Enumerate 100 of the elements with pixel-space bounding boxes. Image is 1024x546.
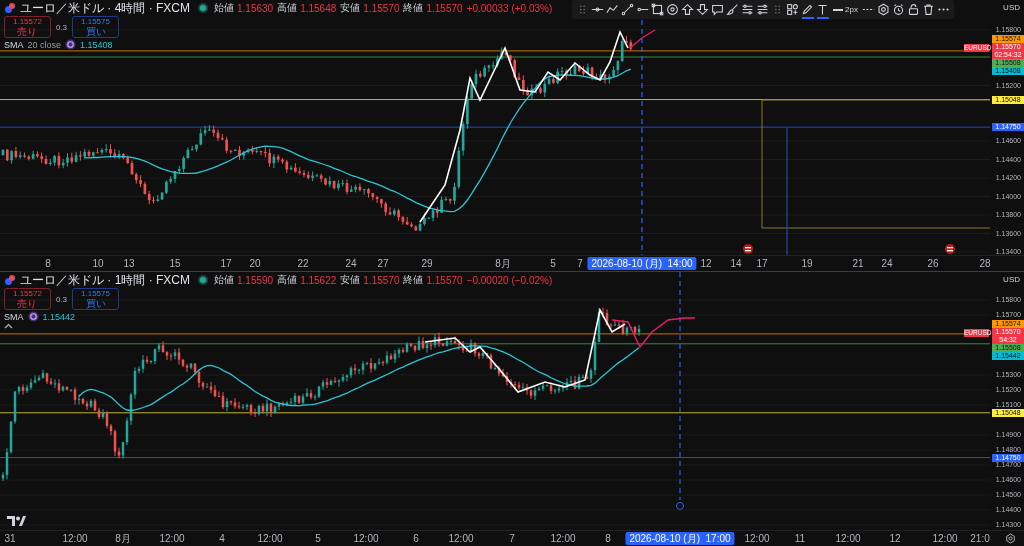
cursor-time-label: 2026-08-10 (月) 14:00 (587, 257, 697, 270)
time-label: 26 (927, 258, 939, 270)
time-label: 21:0 (970, 533, 990, 545)
ohlc-label: 安値 (340, 1, 361, 15)
time-label: 17 (756, 258, 768, 270)
spread-value: 0.3 (55, 22, 68, 32)
ohlc-label: 終値 (403, 1, 424, 15)
time-label: 11 (794, 533, 806, 545)
lines-with-dots-icon[interactable] (741, 3, 754, 16)
time-label: 12:00 (353, 533, 379, 545)
circle-marker-icon[interactable] (676, 502, 684, 510)
flag-icon[interactable] (945, 244, 955, 254)
ohlc-label: 始値 (214, 273, 234, 287)
time-label: 17 (220, 258, 232, 270)
trash-icon[interactable] (921, 3, 935, 16)
sell-button[interactable]: 1.15572 売り (4, 288, 51, 310)
time-label: 12:00 (257, 533, 283, 545)
time-label: 12:00 (62, 533, 88, 545)
time-label: 12:00 (550, 533, 576, 545)
price-change: −0.00020 (−0.02%) (466, 274, 553, 286)
indicator-value: 1.15442 (42, 311, 76, 322)
time-label: 27 (377, 258, 389, 270)
pencil-icon[interactable] (801, 3, 814, 16)
settings-icon[interactable] (1005, 533, 1016, 544)
line-width-button[interactable]: 2px (831, 5, 860, 14)
ohlc-value: 1.15570 (363, 2, 400, 14)
time-label: 31 (4, 533, 16, 545)
overlapping-circles-icon (4, 274, 16, 286)
time-label: 24 (345, 258, 357, 270)
ohlc-label: 高値 (277, 273, 298, 287)
currency-label[interactable]: USD (1003, 275, 1020, 284)
status-dot (200, 277, 206, 283)
ohlc-value: 1.15570 (426, 274, 463, 286)
time-label: 5 (550, 258, 556, 270)
time-label: 12 (889, 533, 901, 545)
diagonal-line-icon[interactable] (621, 3, 634, 16)
time-label: 7 (509, 533, 515, 545)
alarm-clock-icon[interactable] (891, 3, 905, 16)
rectangle-icon[interactable] (651, 3, 664, 16)
spread-value: 0.3 (55, 294, 68, 304)
brush-icon[interactable] (726, 3, 739, 16)
time-label: 12 (700, 258, 712, 270)
time-label: 10 (92, 258, 104, 270)
ohlc-label: 高値 (277, 1, 298, 15)
time-label: 15 (169, 258, 181, 270)
chart-title[interactable]: ユーロ／米ドル · 1時間 · FXCM (20, 273, 190, 287)
ohlc-value: 1.15648 (300, 2, 337, 14)
time-label: 6 (413, 533, 419, 545)
chart-title[interactable]: ユーロ／米ドル · 4時間 · FXCM (20, 1, 190, 15)
ohlc-value: 1.15570 (363, 274, 400, 286)
status-dot (200, 5, 206, 11)
time-label: 29 (421, 258, 433, 270)
ohlc-label: 始値 (214, 1, 234, 15)
time-label: 12:00 (932, 533, 958, 545)
ohlc-value: 1.15590 (237, 274, 274, 286)
time-label: 7 (577, 258, 583, 270)
time-label: 22 (297, 258, 309, 270)
indicator-params: 20 close (27, 39, 62, 50)
chevron-icon[interactable] (4, 323, 13, 329)
ohlc-value: 1.15630 (237, 2, 274, 14)
ohlc-label: 安値 (340, 273, 361, 287)
settings-icon[interactable] (876, 3, 890, 16)
projection-line (629, 29, 656, 49)
zigzag-line-icon[interactable] (606, 3, 619, 16)
buy-button[interactable]: 1.15575 買い (72, 16, 119, 38)
lock-icon[interactable] (906, 3, 920, 16)
ohlc-value: 1.15622 (300, 274, 337, 286)
currency-label[interactable]: USD (1003, 3, 1020, 12)
time-label: 4 (219, 533, 225, 545)
sell-button[interactable]: 1.15572 売り (4, 16, 51, 38)
time-label: 12:00 (448, 533, 474, 545)
overlapping-circles-icon (4, 2, 16, 14)
time-label: 8月 (495, 258, 511, 270)
indicator-name[interactable]: SMA (4, 39, 24, 50)
time-label: 5 (315, 533, 321, 545)
ohlc-value: 1.15570 (426, 2, 463, 14)
time-label: 21 (852, 258, 864, 270)
flag-icon[interactable] (743, 244, 753, 254)
buy-button[interactable]: 1.15575 買い (72, 288, 119, 310)
time-label: 12:00 (744, 533, 770, 545)
indicator-name[interactable]: SMA (4, 311, 24, 322)
time-label: 8 (45, 258, 51, 270)
time-label: 13 (123, 258, 135, 270)
cursor-time-label: 2026-08-10 (月) 17:00 (625, 532, 735, 545)
time-label: 28 (979, 258, 991, 270)
logo-icon (7, 516, 26, 526)
circle-target-icon[interactable] (666, 3, 679, 16)
speech-bubble-icon[interactable] (711, 3, 724, 16)
shapes-icon[interactable] (786, 3, 799, 16)
time-label: 12:00 (159, 533, 185, 545)
cycle-icon[interactable] (27, 311, 39, 322)
time-label: 14 (730, 258, 742, 270)
text-icon[interactable] (816, 3, 829, 16)
time-label: 19 (801, 258, 813, 270)
time-label: 24 (881, 258, 893, 270)
cycle-icon[interactable] (65, 39, 77, 50)
up-arrow-icon[interactable] (681, 3, 694, 16)
time-label: 8 (605, 533, 611, 545)
lines-with-dots-icon[interactable] (756, 3, 769, 16)
down-arrow-icon[interactable] (696, 3, 709, 16)
